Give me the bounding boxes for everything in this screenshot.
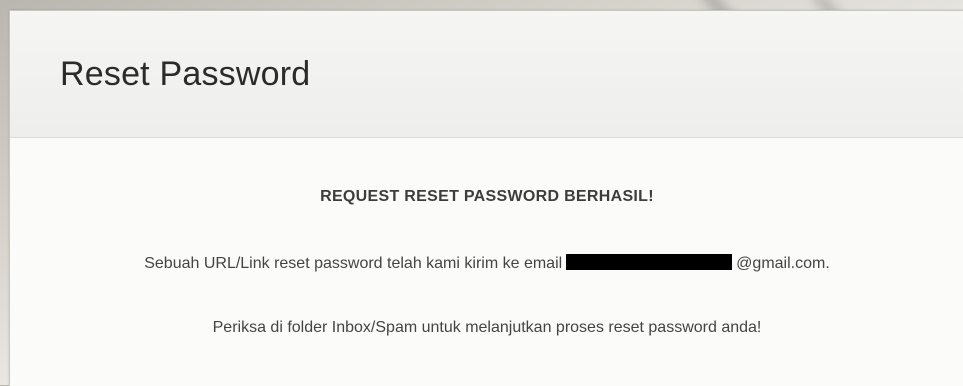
card-body: REQUEST RESET PASSWORD BERHASIL! Sebuah … [10,138,963,386]
redacted-email [566,254,733,270]
success-heading: REQUEST RESET PASSWORD BERHASIL! [320,188,654,205]
email-sent-message: Sebuah URL/Link reset password telah kam… [10,254,963,273]
email-domain: @gmail.com. [736,255,830,272]
email-sent-text: Sebuah URL/Link reset password telah kam… [144,255,563,272]
instruction-message: Periksa di folder Inbox/Spam untuk melan… [212,319,762,336]
page-title: Reset Password [60,55,311,93]
reset-password-card: Reset Password REQUEST RESET PASSWORD BE… [9,10,963,386]
card-header: Reset Password [10,11,963,138]
